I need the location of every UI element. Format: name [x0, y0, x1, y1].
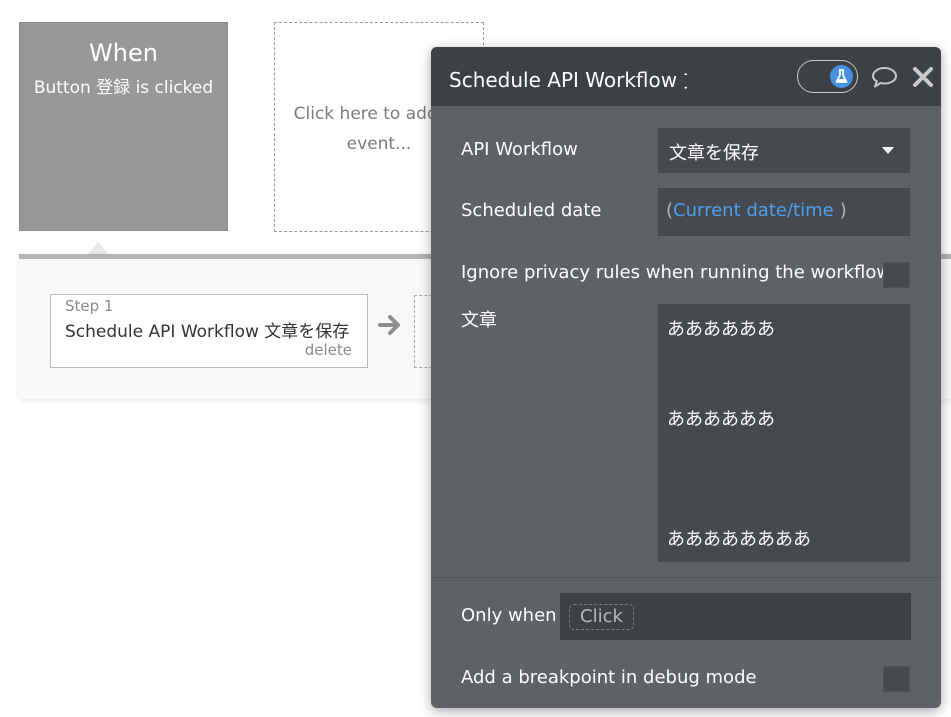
scheduled-date-label: Scheduled date: [461, 200, 602, 221]
ignore-privacy-label: Ignore privacy rules when running the wo…: [461, 262, 892, 283]
textarea-line: ああああああ: [667, 409, 775, 430]
expression-open-paren: (: [666, 200, 674, 221]
api-workflow-label: API Workflow: [461, 139, 578, 160]
chevron-down-icon: [882, 147, 894, 154]
textarea-line: ああああああああ: [667, 529, 811, 550]
param-label: 文章: [461, 310, 497, 331]
expression-close-paren: ): [839, 200, 847, 221]
event-description: Button 登録 is clicked: [33, 78, 214, 98]
arrow-right-icon: [378, 315, 400, 335]
panel-title: Schedule API Workflow 文章を保存: [449, 68, 687, 92]
textarea-line: ああああああ: [667, 319, 775, 340]
click-placeholder-chip[interactable]: Click: [569, 604, 634, 630]
action-panel: Schedule API Workflow 文章を保存 API Workflow…: [431, 47, 941, 708]
step-card[interactable]: Step 1 Schedule API Workflow 文章を保存 delet…: [50, 294, 368, 368]
event-title: When: [89, 39, 158, 67]
experimental-toggle[interactable]: [797, 60, 858, 93]
api-workflow-value: 文章を保存: [669, 143, 759, 164]
close-icon[interactable]: [912, 66, 934, 88]
step-name: Schedule API Workflow 文章を保存: [65, 322, 350, 342]
breakpoint-checkbox[interactable]: [883, 666, 910, 692]
comment-icon[interactable]: [871, 65, 898, 89]
api-workflow-select[interactable]: 文章を保存: [658, 128, 910, 173]
breakpoint-label: Add a breakpoint in debug mode: [461, 667, 757, 688]
ignore-privacy-checkbox[interactable]: [883, 262, 910, 288]
event-card[interactable]: When Button 登録 is clicked: [19, 22, 228, 231]
param-textarea[interactable]: ああああああ ああああああ ああああああああ: [658, 304, 910, 562]
selected-event-pointer: [88, 242, 108, 254]
dynamic-expression[interactable]: Current date/time: [673, 200, 834, 221]
scheduled-date-input[interactable]: (Current date/time): [658, 188, 910, 236]
section-divider: [431, 577, 941, 578]
only-when-label: Only when: [461, 605, 557, 626]
only-when-input[interactable]: Click: [560, 593, 911, 640]
flask-icon: [830, 65, 853, 88]
step-number: Step 1: [65, 297, 114, 315]
step-delete-link[interactable]: delete: [305, 341, 352, 359]
panel-header: Schedule API Workflow 文章を保存: [431, 47, 941, 106]
